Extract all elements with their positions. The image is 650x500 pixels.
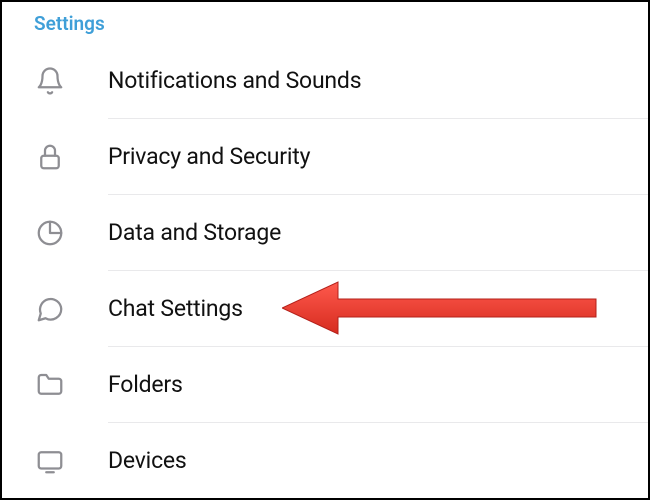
settings-item-devices[interactable]: Devices	[2, 423, 648, 498]
section-title: Settings	[34, 12, 105, 35]
settings-list: Notifications and Sounds Privacy and Sec…	[2, 43, 648, 498]
speech-bubble-icon	[34, 293, 66, 325]
settings-item-label: Privacy and Security	[66, 143, 310, 170]
folder-icon	[34, 369, 66, 401]
settings-item-chat-settings[interactable]: Chat Settings	[2, 271, 648, 346]
section-header: Settings	[2, 2, 648, 43]
settings-item-label: Folders	[66, 371, 183, 398]
lock-icon	[34, 141, 66, 173]
settings-item-folders[interactable]: Folders	[2, 347, 648, 422]
settings-item-privacy[interactable]: Privacy and Security	[2, 119, 648, 194]
device-icon	[34, 445, 66, 477]
pie-chart-icon	[34, 217, 66, 249]
settings-item-notifications[interactable]: Notifications and Sounds	[2, 43, 648, 118]
settings-item-label: Data and Storage	[66, 219, 281, 246]
settings-item-label: Notifications and Sounds	[66, 67, 361, 94]
bell-icon	[34, 65, 66, 97]
settings-item-data-storage[interactable]: Data and Storage	[2, 195, 648, 270]
settings-item-label: Chat Settings	[66, 295, 243, 322]
settings-item-label: Devices	[66, 447, 187, 474]
